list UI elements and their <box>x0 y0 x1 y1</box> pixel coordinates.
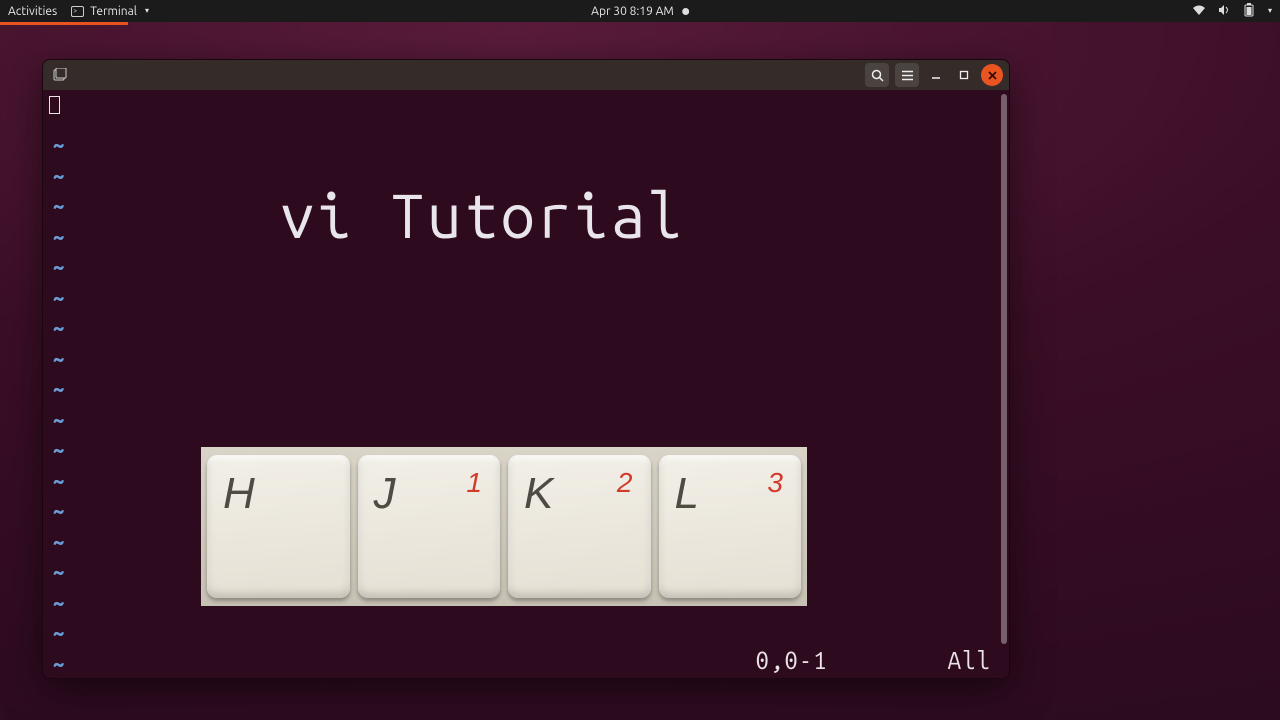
search-button[interactable] <box>865 63 889 87</box>
keycap-l: L 3 <box>659 455 802 598</box>
keycap-k: K 2 <box>508 455 651 598</box>
keycap-main-label: J <box>374 469 396 519</box>
topbar-status-area[interactable]: ▾ <box>1192 3 1272 20</box>
vi-empty-lines: ~ ~ ~ ~ ~ ~ ~ ~ ~ ~ ~ ~ ~ ~ ~ ~ ~ ~ <box>53 130 64 679</box>
hjkl-keys-illustration: H J 1 K 2 L 3 <box>201 447 807 606</box>
network-icon <box>1192 4 1206 19</box>
hamburger-icon <box>901 70 914 81</box>
terminal-icon: > <box>71 6 84 17</box>
chevron-down-icon: ▾ <box>145 6 149 15</box>
scrollbar[interactable] <box>1001 94 1007 644</box>
activities-button[interactable]: Activities <box>8 5 57 18</box>
accent-strip <box>0 22 1280 25</box>
topbar-left: Activities > Terminal ▾ <box>8 5 149 18</box>
close-icon <box>988 71 997 80</box>
window-titlebar <box>43 60 1009 90</box>
keycap-h: H <box>207 455 350 598</box>
gnome-top-bar: Activities > Terminal ▾ Apr 30 8:19 AM ▾ <box>0 0 1280 22</box>
chevron-down-icon: ▾ <box>1268 6 1272 15</box>
tutorial-title: vi Tutorial <box>280 180 684 250</box>
keycap-sub-label: 1 <box>466 467 482 499</box>
volume-icon <box>1218 4 1232 19</box>
hamburger-menu-button[interactable] <box>895 63 919 87</box>
notification-dot-icon <box>682 8 689 15</box>
minimize-button[interactable] <box>925 64 947 86</box>
battery-icon <box>1244 3 1254 20</box>
topbar-clock[interactable]: Apr 30 8:19 AM <box>591 5 689 18</box>
search-icon <box>871 69 884 82</box>
keycap-main-label: H <box>223 469 255 519</box>
keycap-main-label: K <box>524 469 553 519</box>
text-cursor <box>49 96 60 114</box>
vi-status-line: 0,0-1 All <box>43 647 1009 674</box>
maximize-button[interactable] <box>953 64 975 86</box>
close-button[interactable] <box>981 64 1003 86</box>
keycap-sub-label: 3 <box>767 467 783 499</box>
new-tab-button[interactable] <box>49 64 71 86</box>
keycap-j: J 1 <box>358 455 501 598</box>
minimize-icon <box>931 70 941 80</box>
app-menu-label: Terminal <box>90 5 137 18</box>
keycap-main-label: L <box>675 469 699 519</box>
app-menu[interactable]: > Terminal ▾ <box>71 5 149 18</box>
view-percentage: All <box>948 647 991 674</box>
cursor-position: 0,0-1 <box>755 647 827 674</box>
keycap-sub-label: 2 <box>617 467 633 499</box>
maximize-icon <box>959 70 969 80</box>
clock-label: Apr 30 8:19 AM <box>591 5 674 18</box>
